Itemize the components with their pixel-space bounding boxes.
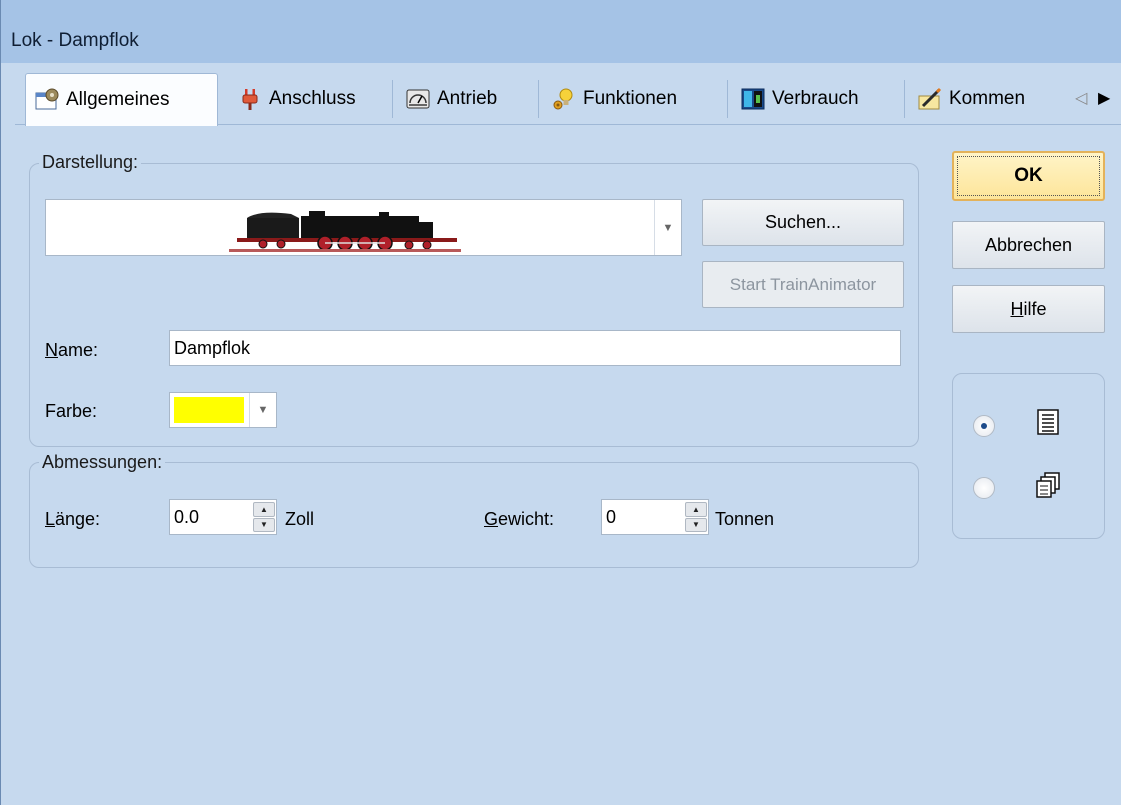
tab-label: Verbrauch: [772, 87, 859, 109]
tab-label: Funktionen: [583, 87, 678, 109]
gauge-icon: [405, 86, 431, 112]
chevron-down-icon[interactable]: ▼: [249, 393, 276, 427]
gewicht-spinner[interactable]: ▲ ▼: [685, 502, 707, 532]
suchen-label: Suchen...: [764, 212, 842, 232]
name-input[interactable]: Dampflok: [169, 330, 901, 366]
gewicht-input[interactable]: 0 ▲ ▼: [601, 499, 709, 535]
view-mode-group: [952, 373, 1105, 539]
tab-label: Kommen: [949, 87, 1026, 109]
name-value: Dampflok: [174, 337, 251, 358]
single-list-icon: [1035, 408, 1061, 436]
laenge-input[interactable]: 0.0 ▲ ▼: [169, 499, 277, 535]
farbe-label: Farbe:: [45, 401, 98, 421]
name-label: Name:: [45, 340, 99, 360]
laenge-spinner[interactable]: ▲ ▼: [253, 502, 275, 532]
plug-icon: [237, 86, 263, 112]
tab-allgemeines[interactable]: Allgemeines: [25, 73, 218, 126]
tab-scroll-right-icon[interactable]: ▶: [1098, 88, 1110, 108]
abbrechen-label: Abbrechen: [984, 234, 1073, 255]
tab-kommentar[interactable]: Kommen: [909, 73, 1025, 124]
steam-locomotive-image: [229, 208, 461, 252]
tab-separator: [538, 80, 539, 118]
abmessungen-legend: Abmessungen:: [39, 452, 166, 473]
meter-icon: [740, 86, 766, 112]
window-title: Lok - Dampflok: [11, 30, 139, 51]
hilfe-label: Hilfe: [1010, 298, 1047, 319]
tab-separator: [727, 80, 728, 118]
single-view-radio[interactable]: [973, 415, 995, 437]
tab-anschluss[interactable]: Anschluss: [229, 73, 356, 124]
spin-up-icon[interactable]: ▲: [685, 502, 707, 517]
start-trainanimator-button: Start TrainAnimator: [702, 261, 904, 308]
abmessungen-group: [29, 462, 919, 568]
laenge-value: 0.0: [174, 506, 200, 527]
title-bar: Lok - Dampflok: [1, 0, 1121, 63]
laenge-label: Länge:: [45, 509, 101, 529]
laenge-unit: Zoll: [285, 509, 315, 529]
color-picker[interactable]: ▼: [169, 392, 277, 428]
hilfe-button[interactable]: Hilfe: [952, 285, 1105, 333]
gewicht-value: 0: [606, 506, 617, 527]
focus-rectangle: [957, 156, 1100, 196]
tab-verbrauch[interactable]: Verbrauch: [732, 73, 859, 124]
tab-scroll-left-icon[interactable]: ◁: [1075, 88, 1087, 108]
window-settings-icon: [34, 87, 60, 113]
multiple-view-radio[interactable]: [973, 477, 995, 499]
tab-label: Anschluss: [269, 87, 356, 109]
tab-separator: [904, 80, 905, 118]
tab-funktionen[interactable]: Funktionen: [543, 73, 677, 124]
darstellung-legend: Darstellung:: [39, 152, 142, 173]
lightbulb-icon: [551, 86, 577, 112]
multiple-pages-icon: [1034, 471, 1062, 499]
dialog-window: Lok - Dampflok Allgemeines Anschluss Ant…: [0, 0, 1121, 805]
chevron-down-icon[interactable]: ▼: [654, 200, 681, 255]
tab-antrieb[interactable]: Antrieb: [397, 73, 497, 124]
tab-label: Allgemeines: [66, 89, 170, 110]
ok-button[interactable]: OK: [952, 151, 1105, 201]
spin-down-icon[interactable]: ▼: [685, 517, 707, 532]
trainanimator-label: Start TrainAnimator: [729, 274, 877, 294]
suchen-button[interactable]: Suchen...: [702, 199, 904, 246]
pencil-note-icon: [917, 86, 943, 112]
abbrechen-button[interactable]: Abbrechen: [952, 221, 1105, 269]
gewicht-unit: Tonnen: [715, 509, 775, 529]
tab-separator: [392, 80, 393, 118]
spin-down-icon[interactable]: ▼: [253, 517, 275, 532]
color-swatch: [174, 397, 244, 423]
locomotive-image-dropdown[interactable]: ▼: [45, 199, 682, 256]
tab-label: Antrieb: [437, 87, 498, 109]
gewicht-label: Gewicht:: [484, 509, 555, 529]
spin-up-icon[interactable]: ▲: [253, 502, 275, 517]
